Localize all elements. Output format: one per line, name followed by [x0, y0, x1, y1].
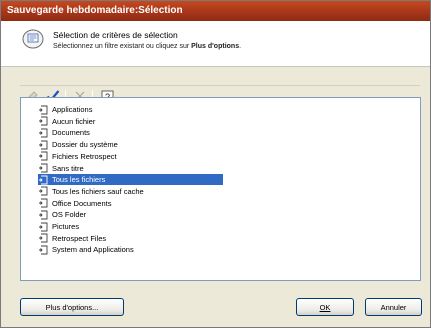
list-item-label: OS Folder — [52, 210, 87, 220]
list-item[interactable]: Office Documents — [38, 198, 111, 209]
list-item-label: Documents — [52, 128, 90, 138]
list-item-label: Tous les fichiers sauf cache — [52, 186, 144, 196]
more-options-button[interactable]: Plus d'options... — [20, 298, 124, 316]
list-item-label: Dossier du système — [52, 140, 118, 150]
dialog-window: Sauvegarde hebdomadaire:Sélection Sélect… — [0, 0, 431, 328]
ok-button[interactable]: OK — [296, 298, 354, 316]
list-item[interactable]: Aucun fichier — [38, 116, 95, 127]
list-item[interactable]: Documents — [38, 127, 90, 138]
header-title: Sélection de critères de sélection — [53, 30, 178, 40]
filter-criteria-icon — [22, 29, 44, 49]
filter-icon — [38, 116, 49, 126]
ok-label: OK — [319, 302, 331, 312]
list-item-label: Retrospect Files — [52, 233, 107, 243]
filter-icon — [38, 163, 49, 173]
list-item-label: Office Documents — [52, 198, 112, 208]
cancel-label: Annuler — [380, 302, 407, 312]
list-item[interactable]: Dossier du système — [38, 139, 118, 150]
filter-icon — [38, 245, 49, 255]
more-options-label: Plus d'options... — [45, 302, 99, 312]
list-item-label: Sans titre — [52, 163, 84, 173]
filter-icon — [38, 233, 49, 243]
filter-icon — [38, 210, 49, 220]
list-item[interactable]: Retrospect Files — [38, 233, 106, 244]
window-title: Sauvegarde hebdomadaire:Sélection — [1, 1, 430, 21]
list-item[interactable]: Pictures — [38, 221, 79, 232]
filter-icon — [38, 186, 49, 196]
list-item-label: Fichiers Retrospect — [52, 151, 117, 161]
list-item-label: Tous les fichiers — [52, 175, 106, 185]
selected-filter-icon — [38, 175, 49, 185]
filter-icon — [38, 151, 49, 161]
list-item[interactable]: Applications — [38, 104, 92, 115]
filter-icon — [38, 222, 49, 232]
filter-icon — [38, 105, 49, 115]
list-item-label: Applications — [52, 105, 93, 114]
list-item[interactable]: Tous les fichiers sauf cache — [38, 186, 144, 197]
filter-icon — [38, 198, 49, 208]
filter-list[interactable]: Applications Aucun fichier Documents Dossie… — [20, 97, 421, 281]
list-item[interactable]: Fichiers Retrospect — [38, 151, 117, 162]
list-item-label: Pictures — [52, 222, 80, 231]
list-item[interactable]: OS Folder — [38, 209, 86, 220]
cancel-button[interactable]: Annuler — [365, 298, 422, 316]
filter-icon — [38, 140, 49, 150]
list-item[interactable]: Tous les fichiers — [38, 174, 223, 186]
header-description: Sélectionnez un filtre existant ou cliqu… — [53, 43, 242, 50]
list-item-label: System and Applications — [52, 245, 134, 255]
list-item-label: Aucun fichier — [52, 116, 96, 126]
filter-icon — [38, 128, 49, 138]
dialog-header: Sélection de critères de sélection Sélec… — [1, 21, 430, 67]
list-item[interactable]: System and Applications — [38, 244, 134, 255]
list-item[interactable]: Sans titre — [38, 163, 84, 174]
